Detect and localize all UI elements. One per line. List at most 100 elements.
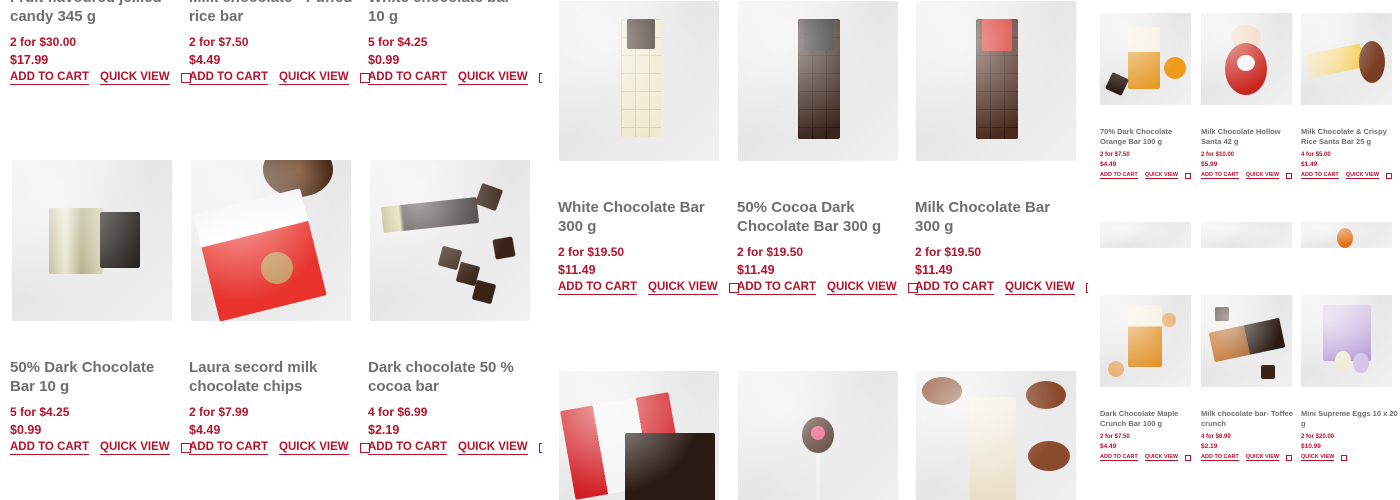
product-image[interactable] — [1301, 222, 1392, 248]
deal-text: 2 for $19.50 — [558, 245, 625, 259]
product-name[interactable]: Mini Supreme Eggs 10 x 20 g — [1301, 409, 1398, 429]
quick-view-button[interactable]: QUICK VIEW — [100, 441, 170, 455]
product-name[interactable]: 50% Cocoa Dark Chocolate Bar 300 g — [737, 198, 897, 236]
product-name[interactable]: White chocolate bar 10 g — [368, 0, 528, 26]
product-name[interactable]: Dark Chocolate Maple Crunch Bar 100 g — [1100, 409, 1194, 429]
quick-view-button[interactable]: QUICK VIEW — [827, 281, 897, 295]
add-to-cart-button[interactable]: ADD TO CART — [10, 71, 90, 85]
product-card[interactable]: Dark Chocolate Maple Crunch Bar 100 g 2 … — [1100, 295, 1196, 465]
product-card[interactable]: Milk Chocolate Hollow Santa 42 g 2 for $… — [1201, 13, 1297, 183]
compare-checkbox[interactable] — [1185, 172, 1192, 179]
product-name[interactable]: 70% Dark Chocolate Orange Bar 100 g — [1100, 127, 1194, 147]
product-image[interactable] — [1100, 13, 1191, 105]
product-image[interactable] — [1301, 295, 1392, 387]
deal-text: 2 for $7.99 — [189, 405, 249, 419]
price-text: $10.99 — [1301, 443, 1321, 450]
quick-view-button[interactable]: QUICK VIEW — [1144, 172, 1179, 180]
product-image[interactable] — [738, 371, 898, 500]
product-image[interactable] — [1201, 222, 1292, 248]
add-to-cart-button[interactable]: ADD TO CART — [737, 281, 817, 295]
compare-checkbox[interactable] — [538, 442, 542, 453]
product-image[interactable] — [1100, 222, 1191, 248]
product-image[interactable] — [1100, 295, 1191, 387]
product-card[interactable]: White Chocolate Bar 300 g 2 for $19.50 $… — [558, 0, 739, 310]
quick-view-button[interactable]: QUICK VIEW — [1345, 172, 1380, 180]
product-card[interactable]: Laura secord milk chocolate chips 2 for … — [189, 160, 370, 460]
quick-view-button[interactable]: QUICK VIEW — [458, 441, 528, 455]
quick-view-button[interactable]: QUICK VIEW — [1144, 454, 1179, 462]
deal-text: 2 for $19.50 — [737, 245, 804, 259]
product-image[interactable] — [916, 371, 1076, 500]
product-card[interactable]: Milk chocolate bar- Toffee crunch 4 for … — [1201, 295, 1297, 465]
product-name[interactable]: Milk chocolate - Puffed rice bar — [189, 0, 354, 26]
compare-checkbox[interactable] — [1341, 454, 1348, 461]
product-grid-left: Fruit flavoured jellied candy 345 g 2 fo… — [0, 0, 542, 500]
product-card[interactable]: 50% Cocoa Dark Chocolate Bar 300 g 2 for… — [737, 0, 918, 310]
quick-view-button[interactable]: QUICK VIEW — [279, 441, 349, 455]
compare-checkbox[interactable] — [538, 72, 542, 83]
product-name[interactable]: Milk chocolate bar- Toffee crunch — [1201, 409, 1295, 429]
deal-text: 4 for $5.00 — [1301, 152, 1331, 158]
product-name[interactable]: Laura secord milk chocolate chips — [189, 358, 357, 396]
product-image[interactable] — [916, 1, 1076, 161]
price-text: $4.49 — [189, 423, 221, 437]
quick-view-button[interactable]: QUICK VIEW — [1301, 454, 1335, 462]
product-image[interactable] — [559, 371, 719, 500]
product-image[interactable] — [738, 1, 898, 161]
quick-view-button[interactable]: QUICK VIEW — [279, 71, 349, 85]
add-to-cart-button[interactable]: ADD TO CART — [558, 281, 638, 295]
product-card[interactable]: Milk Chocolate & Crispy Rice Santa Bar 2… — [1301, 13, 1400, 183]
product-name[interactable]: 50% Dark Chocolate Bar 10 g — [10, 358, 178, 396]
compare-checkbox[interactable] — [1386, 172, 1393, 179]
compare-checkbox[interactable] — [1286, 172, 1293, 179]
product-card[interactable]: Dark chocolate 50 % cocoa bar 4 for $6.9… — [368, 160, 542, 460]
add-to-cart-button[interactable]: ADD TO CART — [189, 441, 269, 455]
product-card[interactable]: White chocolate bar 10 g 5 for $4.25 $0.… — [368, 0, 542, 100]
add-to-cart-button[interactable]: ADD TO CART — [189, 71, 269, 85]
deal-text: 2 for $19.50 — [915, 245, 982, 259]
deal-text: 2 for $7.50 — [1100, 434, 1130, 440]
add-to-cart-button[interactable]: ADD TO CART — [368, 441, 448, 455]
product-name[interactable]: Milk Chocolate Bar 300 g — [915, 198, 1075, 236]
compare-checkbox[interactable] — [1185, 454, 1192, 461]
product-name[interactable]: Fruit flavoured jellied candy 345 g — [10, 0, 170, 26]
product-image[interactable] — [191, 160, 351, 321]
add-to-cart-button[interactable]: ADD TO CART — [1100, 172, 1138, 180]
quick-view-button[interactable]: QUICK VIEW — [1245, 454, 1280, 462]
product-name[interactable]: Milk Chocolate Hollow Santa 42 g — [1201, 127, 1295, 147]
product-image[interactable] — [12, 160, 172, 321]
quick-view-button[interactable]: QUICK VIEW — [648, 281, 718, 295]
add-to-cart-button[interactable]: ADD TO CART — [368, 71, 448, 85]
add-to-cart-button[interactable]: ADD TO CART — [1100, 454, 1138, 462]
add-to-cart-button[interactable]: ADD TO CART — [1201, 454, 1239, 462]
compare-checkbox[interactable] — [1286, 454, 1293, 461]
price-text: $0.99 — [10, 423, 42, 437]
product-card[interactable]: Mini Supreme Eggs 10 x 20 g 2 for $20.00… — [1301, 295, 1400, 465]
product-card[interactable]: 70% Dark Chocolate Orange Bar 100 g 2 fo… — [1100, 13, 1196, 183]
product-image[interactable] — [1301, 13, 1392, 105]
product-card[interactable]: Fruit flavoured jellied candy 345 g 2 fo… — [10, 0, 191, 100]
product-card[interactable]: Milk Chocolate Bar 300 g 2 for $19.50 $1… — [915, 0, 1088, 310]
product-grid-right: 70% Dark Chocolate Orange Bar 100 g 2 fo… — [1094, 0, 1400, 500]
product-card[interactable]: Milk chocolate - Puffed rice bar 2 for $… — [189, 0, 370, 100]
product-image[interactable] — [559, 1, 719, 161]
product-image[interactable] — [1201, 13, 1292, 105]
add-to-cart-button[interactable]: ADD TO CART — [1301, 172, 1339, 180]
product-name[interactable]: Milk Chocolate & Crispy Rice Santa Bar 2… — [1301, 127, 1398, 147]
product-card[interactable]: 50% Dark Chocolate Bar 10 g 5 for $4.25 … — [10, 160, 191, 460]
quick-view-button[interactable]: QUICK VIEW — [458, 71, 528, 85]
deal-text: 5 for $4.25 — [10, 405, 70, 419]
product-name[interactable]: Dark chocolate 50 % cocoa bar — [368, 358, 528, 396]
product-image[interactable] — [1201, 295, 1292, 387]
compare-checkbox[interactable] — [1085, 282, 1088, 293]
quick-view-button[interactable]: QUICK VIEW — [1005, 281, 1075, 295]
quick-view-button[interactable]: QUICK VIEW — [1245, 172, 1280, 180]
quick-view-button[interactable]: QUICK VIEW — [100, 71, 170, 85]
add-to-cart-button[interactable]: ADD TO CART — [1201, 172, 1239, 180]
product-image[interactable] — [370, 160, 530, 321]
product-name[interactable]: White Chocolate Bar 300 g — [558, 198, 718, 236]
price-text: $2.19 — [368, 423, 400, 437]
add-to-cart-button[interactable]: ADD TO CART — [915, 281, 995, 295]
add-to-cart-button[interactable]: ADD TO CART — [10, 441, 90, 455]
price-text: $4.49 — [189, 53, 221, 67]
